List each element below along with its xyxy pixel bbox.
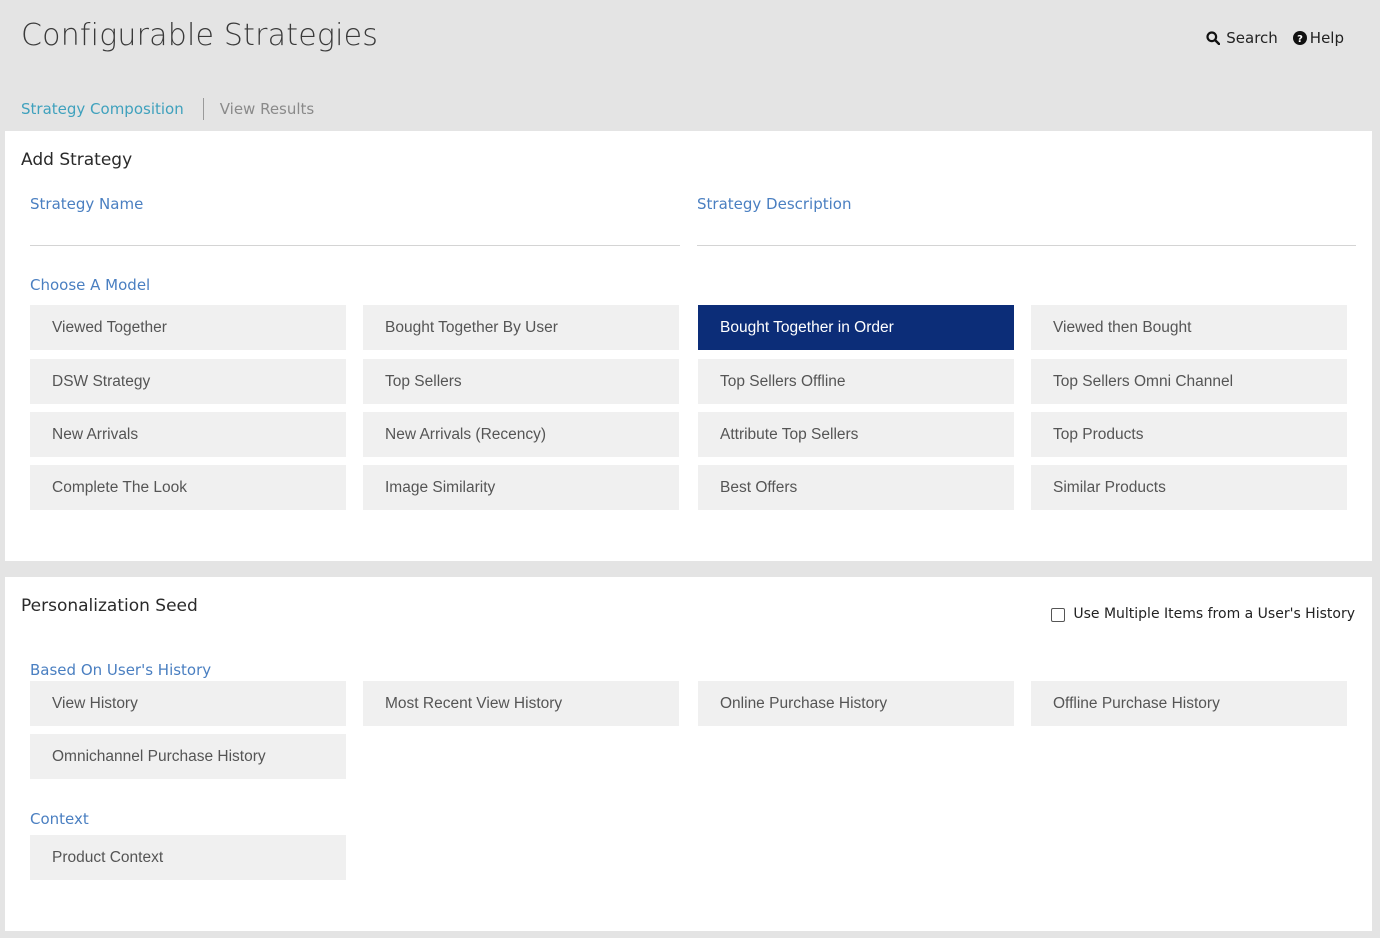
help-link[interactable]: ? Help — [1292, 29, 1344, 47]
model-option[interactable]: Viewed Together — [30, 305, 346, 350]
history-option[interactable]: Most Recent View History — [363, 681, 679, 726]
model-option[interactable]: Attribute Top Sellers — [698, 412, 1014, 457]
personalization-seed-title: Personalization Seed — [21, 596, 198, 616]
model-option[interactable]: DSW Strategy — [30, 359, 346, 404]
strategy-description-field[interactable] — [697, 245, 1356, 246]
tab-bar: Strategy Composition View Results — [21, 98, 314, 120]
choose-model-label: Choose A Model — [30, 276, 151, 294]
add-strategy-panel: Add Strategy Strategy Name Strategy Desc… — [5, 131, 1372, 561]
strategy-description-label: Strategy Description — [697, 195, 852, 213]
model-option[interactable]: Best Offers — [698, 465, 1014, 510]
tab-view-results[interactable]: View Results — [220, 100, 315, 118]
context-option[interactable]: Product Context — [30, 835, 346, 880]
page-title: Configurable Strategies — [21, 18, 379, 53]
multi-items-checkbox[interactable] — [1051, 608, 1066, 622]
personalization-seed-panel: Personalization Seed Use Multiple Items … — [5, 577, 1372, 931]
history-option[interactable]: Omnichannel Purchase History — [30, 734, 346, 779]
help-circle-icon: ? — [1292, 31, 1307, 45]
search-link[interactable]: Search — [1206, 29, 1278, 47]
history-section-label: Based On User's History — [30, 661, 212, 679]
context-section-label: Context — [30, 810, 89, 828]
header-links: Search ? Help — [1206, 29, 1344, 47]
model-option[interactable]: Bought Together By User — [363, 305, 679, 350]
strategy-name-field[interactable] — [30, 245, 680, 246]
model-option[interactable]: Complete The Look — [30, 465, 346, 510]
multi-items-toggle[interactable]: Use Multiple Items from a User's History — [1051, 606, 1355, 622]
history-option[interactable]: Offline Purchase History — [1031, 681, 1347, 726]
model-option[interactable]: Similar Products — [1031, 465, 1347, 510]
model-option[interactable]: New Arrivals (Recency) — [363, 412, 679, 457]
model-option[interactable]: Viewed then Bought — [1031, 305, 1347, 350]
model-option[interactable]: New Arrivals — [30, 412, 346, 457]
svg-text:?: ? — [1297, 34, 1303, 45]
strategy-name-label: Strategy Name — [30, 195, 144, 213]
model-option[interactable]: Top Sellers Omni Channel — [1031, 359, 1347, 404]
search-icon — [1206, 31, 1221, 45]
help-label: Help — [1309, 29, 1344, 47]
tab-divider — [202, 98, 204, 120]
model-option[interactable]: Top Sellers Offline — [698, 359, 1014, 404]
history-option[interactable]: Online Purchase History — [698, 681, 1014, 726]
search-label: Search — [1226, 29, 1278, 47]
model-option[interactable]: Bought Together in Order — [698, 305, 1014, 350]
tab-strategy-composition[interactable]: Strategy Composition — [21, 100, 184, 118]
add-strategy-title: Add Strategy — [21, 150, 133, 170]
model-option[interactable]: Top Sellers — [363, 359, 679, 404]
multi-items-label: Use Multiple Items from a User's History — [1073, 606, 1355, 622]
history-option[interactable]: View History — [30, 681, 346, 726]
model-option[interactable]: Image Similarity — [363, 465, 679, 510]
model-option[interactable]: Top Products — [1031, 412, 1347, 457]
